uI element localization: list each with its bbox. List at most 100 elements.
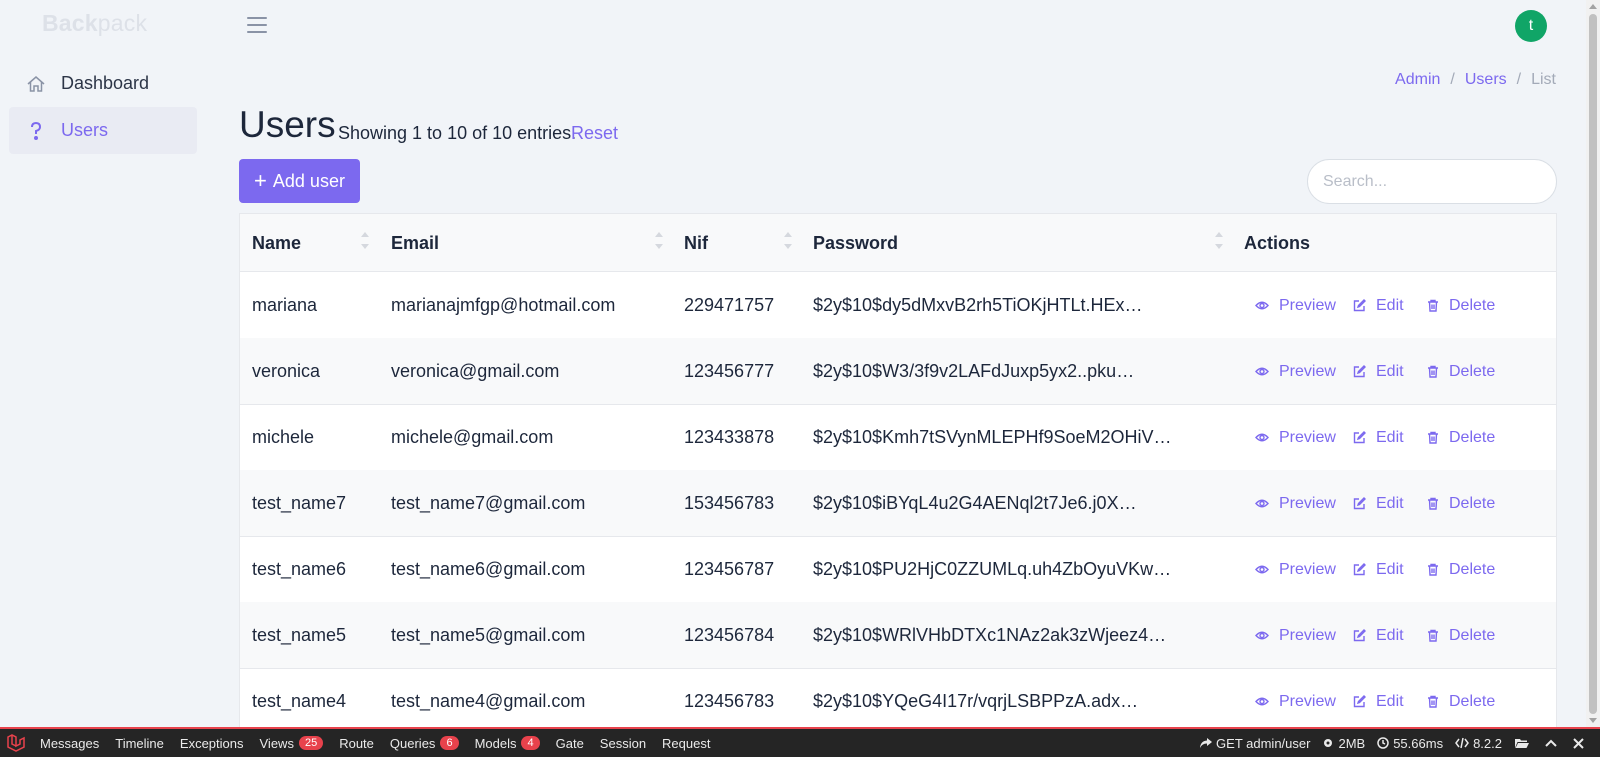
folder-open-icon[interactable] — [1508, 729, 1539, 757]
edit-icon — [1353, 563, 1371, 576]
menu-toggle-icon[interactable] — [247, 17, 267, 35]
preview-label: Preview — [1279, 626, 1336, 644]
preview-button[interactable]: Preview — [1255, 536, 1336, 603]
table-row: mariana marianajmfgp@hotmail.com 229471757… — [240, 272, 1556, 339]
trash-icon — [1427, 431, 1444, 444]
reset-link[interactable]: Reset — [571, 123, 618, 144]
cell-nif: 123456787 — [684, 559, 775, 579]
scroll-up-icon[interactable] — [1589, 4, 1597, 9]
cell-name: veronica — [252, 361, 321, 381]
delete-label: Delete — [1449, 362, 1496, 380]
cell-password: $2y$10$YQeG4I17r/vqrjLSBPPzA.adx… — [813, 691, 1139, 711]
debug-tab-label: Queries — [389, 735, 436, 751]
debug-tab-badge: 6 — [440, 736, 459, 750]
preview-button[interactable]: Preview — [1255, 338, 1336, 405]
scroll-down-icon[interactable] — [1589, 718, 1597, 723]
delete-button[interactable]: Delete — [1427, 668, 1495, 732]
breadcrumb-users[interactable]: Users — [1465, 71, 1507, 89]
delete-button[interactable]: Delete — [1427, 338, 1495, 405]
column-header-password[interactable]: Password — [813, 214, 898, 272]
laravel-logo-icon[interactable] — [0, 729, 32, 757]
cell-email: test_name7@gmail.com — [391, 493, 586, 513]
edit-button[interactable]: Edit — [1353, 272, 1404, 339]
preview-button[interactable]: Preview — [1255, 272, 1336, 339]
avatar[interactable]: t — [1515, 10, 1547, 42]
debug-tab-messages[interactable]: Messages — [32, 729, 107, 757]
debug-tab-session[interactable]: Session — [592, 729, 654, 757]
preview-label: Preview — [1279, 560, 1336, 578]
preview-button[interactable]: Preview — [1255, 470, 1336, 537]
sidebar-item-dashboard[interactable]: Dashboard — [9, 60, 197, 107]
debug-tab-timeline[interactable]: Timeline — [107, 729, 172, 757]
debug-bar: Messages Timeline Exceptions Views 25 Route Qu… — [0, 727, 1600, 757]
sort-icon[interactable] — [360, 229, 370, 255]
preview-button[interactable]: Preview — [1255, 404, 1336, 471]
breadcrumb-current: List — [1531, 71, 1556, 88]
table-row: veronica veronica@gmail.com 123456777 $2y$1… — [240, 338, 1556, 405]
close-icon[interactable] — [1567, 729, 1594, 757]
debug-tab-label: Messages — [40, 735, 100, 751]
sort-icon[interactable] — [654, 229, 664, 255]
preview-button[interactable]: Preview — [1255, 602, 1336, 669]
delete-button[interactable]: Delete — [1427, 272, 1495, 339]
delete-label: Delete — [1449, 494, 1496, 512]
trash-icon — [1427, 629, 1444, 642]
share-icon — [1200, 738, 1213, 748]
edit-button[interactable]: Edit — [1353, 470, 1404, 537]
edit-button[interactable]: Edit — [1353, 602, 1404, 669]
debug-tab-route[interactable]: Route — [331, 729, 382, 757]
trash-icon — [1427, 365, 1444, 378]
cell-nif: 123433878 — [684, 427, 775, 447]
debug-request[interactable]: GET admin/user — [1193, 729, 1316, 757]
delete-button[interactable]: Delete — [1427, 602, 1495, 669]
breadcrumb-admin[interactable]: Admin — [1395, 71, 1440, 89]
cell-password: $2y$10$dy5dMxvB2rh5TiOKjHTLt.HEx… — [813, 295, 1143, 315]
search-input[interactable] — [1307, 159, 1557, 204]
debug-tab-badge: 25 — [298, 736, 324, 750]
sidebar-item-users[interactable]: Users — [9, 107, 197, 154]
delete-button[interactable]: Delete — [1427, 470, 1495, 537]
edit-icon — [1353, 497, 1371, 510]
cell-name: test_name7 — [252, 493, 347, 513]
breadcrumb-separator: / — [1516, 71, 1522, 88]
eye-icon — [1255, 696, 1274, 707]
debug-tab-views[interactable]: Views 25 — [252, 729, 332, 757]
debug-tab-queries[interactable]: Queries 6 — [382, 729, 467, 757]
cell-email: test_name4@gmail.com — [391, 691, 586, 711]
add-user-button[interactable]: + Add user — [239, 159, 360, 203]
edit-label: Edit — [1376, 560, 1404, 578]
delete-button[interactable]: Delete — [1427, 404, 1495, 471]
cell-nif: 153456783 — [684, 493, 775, 513]
column-header-nif[interactable]: Nif — [684, 214, 708, 272]
eye-icon — [1255, 630, 1274, 641]
table-row: test_name4 test_name4@gmail.com 123456783 $… — [240, 668, 1556, 732]
column-header-name[interactable]: Name — [252, 214, 301, 272]
cell-email: marianajmfgp@hotmail.com — [391, 295, 616, 315]
trash-icon — [1427, 497, 1444, 510]
debug-tab-gate[interactable]: Gate — [548, 729, 592, 757]
edit-icon — [1353, 299, 1371, 312]
sort-icon[interactable] — [1214, 229, 1224, 255]
debug-tab-models[interactable]: Models 4 — [467, 729, 548, 757]
edit-button[interactable]: Edit — [1353, 338, 1404, 405]
cell-password: $2y$10$Kmh7tSVynMLEPHf9SoeM2OHiV… — [813, 427, 1172, 447]
page-scrollbar[interactable] — [1586, 0, 1600, 727]
column-header-email[interactable]: Email — [391, 214, 439, 272]
debug-memory: 2MB — [1316, 729, 1371, 757]
debug-tab-exceptions[interactable]: Exceptions — [172, 729, 252, 757]
edit-button[interactable]: Edit — [1353, 668, 1404, 732]
chevron-up-icon[interactable] — [1539, 729, 1567, 757]
debug-tab-request[interactable]: Request — [654, 729, 718, 757]
edit-button[interactable]: Edit — [1353, 536, 1404, 603]
sidebar: Backpack Dashboard Users — [0, 0, 205, 727]
debug-stats: GET admin/user 2MB 55.66ms 8.2.2 — [1193, 729, 1600, 757]
brand-logo[interactable]: Backpack — [42, 10, 147, 37]
delete-button[interactable]: Delete — [1427, 536, 1495, 603]
add-user-label: Add user — [272, 170, 345, 191]
sort-icon[interactable] — [783, 229, 793, 255]
edit-button[interactable]: Edit — [1353, 404, 1404, 471]
scrollbar-thumb[interactable] — [1589, 14, 1597, 714]
preview-button[interactable]: Preview — [1255, 668, 1336, 732]
eye-icon — [1255, 366, 1274, 377]
debug-time: 55.66ms — [1371, 729, 1449, 757]
